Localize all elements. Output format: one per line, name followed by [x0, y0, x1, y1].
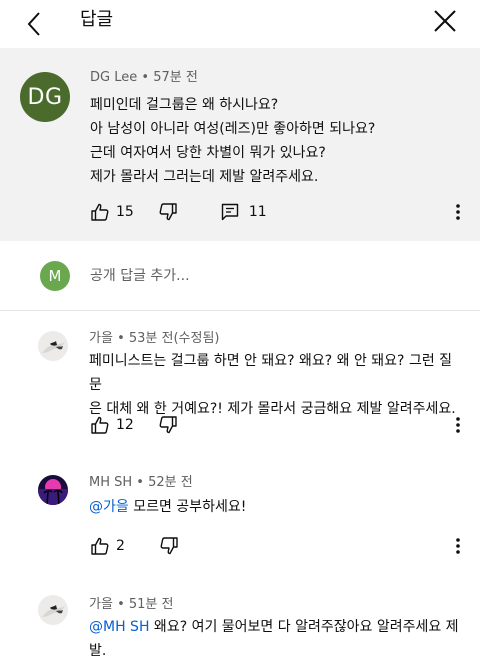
- thumbs-up-icon: [90, 536, 110, 556]
- reply-button[interactable]: 11: [220, 202, 267, 222]
- reply-time: 52분 전: [148, 475, 193, 490]
- avatar[interactable]: [38, 595, 68, 625]
- dislike-button[interactable]: [159, 536, 179, 556]
- separator-dot: •: [141, 70, 150, 85]
- thumbs-down-icon: [158, 415, 178, 435]
- thumbs-down-icon: [158, 202, 178, 222]
- more-options-icon[interactable]: [448, 534, 468, 558]
- reply-author[interactable]: MH SH: [89, 475, 132, 490]
- separator-dot: •: [117, 331, 125, 346]
- reply-time: 51분 전: [128, 597, 174, 612]
- avatar[interactable]: DG: [20, 72, 70, 122]
- thumbs-down-icon: [159, 536, 179, 556]
- reply-count: 11: [248, 204, 267, 220]
- reply-input[interactable]: 공개 답글 추가...: [90, 265, 190, 285]
- reply-actions: 2: [90, 534, 179, 558]
- comment-icon: [220, 202, 240, 222]
- comment-text: 페미인데 걸그룹은 왜 하시나요? 아 남성이 아니라 여성(레즈)만 좋아하면…: [90, 93, 375, 189]
- reply-item: 가을 • 53분 전(수정됨) 페미니스트는 걸그룹 하면 안 돼요? 왜요? …: [0, 311, 480, 441]
- comment-line: 아 남성이 아니라 여성(레즈)만 좋아하면 되나요?: [90, 121, 376, 137]
- mention-link[interactable]: @MH SH: [89, 619, 149, 635]
- page-title: 답글: [80, 9, 114, 30]
- mention-link[interactable]: @가을: [89, 499, 129, 515]
- comment-author[interactable]: DG Lee: [90, 70, 137, 85]
- comment-meta: DG Lee • 57분 전: [90, 70, 198, 86]
- comment-line: 근데 여자여서 당한 차별이 뭐가 있나요?: [90, 145, 326, 161]
- reply-text: @가을 모르면 공부하세요!: [89, 495, 459, 519]
- reply-author[interactable]: 가을: [89, 597, 113, 612]
- like-button[interactable]: 15: [90, 202, 134, 222]
- close-icon[interactable]: [432, 8, 458, 34]
- reply-input-row: M 공개 답글 추가...: [0, 241, 480, 311]
- top-bar: 답글: [0, 0, 480, 48]
- reply-actions: 12: [90, 413, 178, 437]
- thumbs-up-icon: [90, 202, 110, 222]
- more-options-icon[interactable]: [448, 413, 468, 437]
- parent-comment: DG DG Lee • 57분 전 페미인데 걸그룹은 왜 하시나요? 아 남성…: [0, 48, 480, 241]
- like-button[interactable]: 2: [90, 536, 125, 556]
- reply-item: 가을 • 51분 전 @MH SH 왜요? 여기 물어보면 다 알려주잖아요 알…: [0, 577, 480, 672]
- separator-dot: •: [136, 475, 144, 490]
- like-count: 15: [116, 204, 134, 220]
- reply-meta: 가을 • 51분 전: [89, 597, 173, 613]
- avatar[interactable]: [38, 331, 68, 361]
- reply-meta: 가을 • 53분 전(수정됨): [89, 331, 220, 347]
- reply-time: 53분 전(수정됨): [128, 331, 220, 346]
- reply-item: MH SH • 52분 전 @가을 모르면 공부하세요! 2: [0, 457, 480, 577]
- reply-author[interactable]: 가을: [89, 331, 113, 346]
- comment-line: 페미인데 걸그룹은 왜 하시나요?: [90, 97, 279, 113]
- comment-line: 제가 몰라서 그러는데 제발 알려주세요.: [90, 169, 319, 185]
- separator-dot: •: [117, 597, 125, 612]
- avatar[interactable]: [38, 475, 68, 505]
- reply-body-continued: 발.: [89, 643, 107, 659]
- like-count: 2: [116, 538, 125, 554]
- reply-line: 페미니스트는 걸그룹 하면 안 돼요? 왜요? 왜 안 돼요? 그런 질문: [89, 353, 453, 393]
- dislike-button[interactable]: [158, 415, 178, 435]
- reply-body: 모르면 공부하세요!: [128, 499, 247, 515]
- like-button[interactable]: 12: [90, 415, 134, 435]
- thumbs-up-icon: [90, 415, 110, 435]
- reply-body: 왜요? 여기 물어보면 다 알려주잖아요 알려주세요 제: [149, 619, 459, 635]
- reply-text: 페미니스트는 걸그룹 하면 안 돼요? 왜요? 왜 안 돼요? 그런 질문 은 …: [89, 349, 459, 421]
- reply-text: @MH SH 왜요? 여기 물어보면 다 알려주잖아요 알려주세요 제 발.: [89, 615, 459, 663]
- like-count: 12: [116, 417, 134, 433]
- comment-actions: 15 11: [90, 200, 267, 224]
- back-arrow-icon[interactable]: [22, 8, 46, 40]
- reply-meta: MH SH • 52분 전: [89, 475, 193, 491]
- more-options-icon[interactable]: [448, 200, 468, 224]
- avatar: M: [40, 261, 70, 291]
- dislike-button[interactable]: [158, 202, 178, 222]
- comment-time: 57분 전: [153, 70, 198, 85]
